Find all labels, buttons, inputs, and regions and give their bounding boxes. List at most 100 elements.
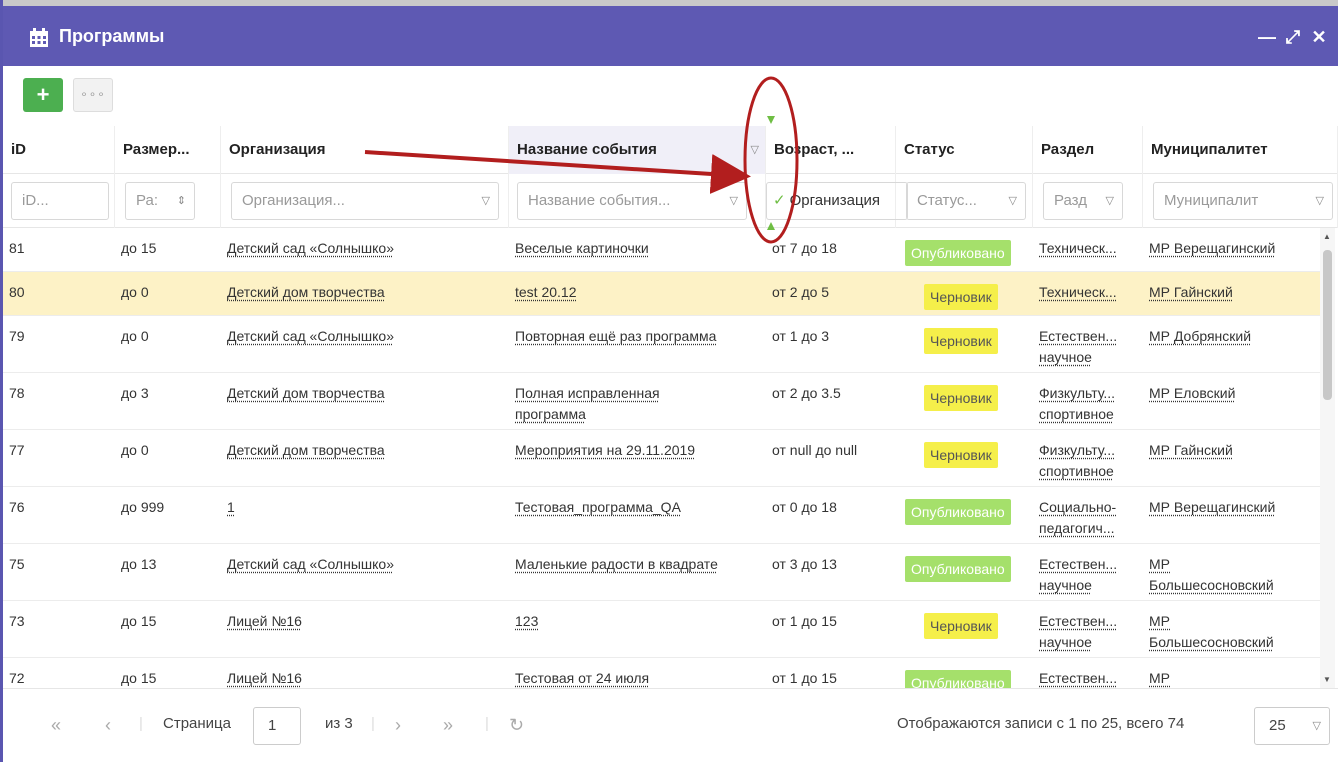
cell-organization-text[interactable]: Детский дом творчества (227, 385, 385, 401)
filter-input-org[interactable]: Организация... ▽ (231, 182, 499, 220)
cell-section-text[interactable]: научное (1039, 349, 1092, 365)
column-header-age[interactable]: Возраст, ... (766, 126, 896, 174)
cell-event[interactable]: Мероприятия на 29.11.2019 (515, 440, 762, 461)
first-page-icon[interactable]: « (51, 715, 61, 736)
cell-municipality[interactable]: МР Гайнский (1149, 282, 1323, 303)
cell-section[interactable]: Физкульту... спортивное (1039, 440, 1139, 482)
filter-input-section[interactable]: Разд ▽ (1043, 182, 1123, 220)
cell-event-text[interactable]: Повторная ещё раз программа (515, 328, 716, 344)
cell-municipality-text[interactable]: Большесосновский (1149, 577, 1274, 593)
cell-event[interactable]: test 20.12 (515, 282, 762, 303)
cell-municipality-text[interactable]: МР Еловский (1149, 385, 1235, 401)
cell-organization-text[interactable]: Детский дом творчества (227, 284, 385, 300)
cell-organization-text[interactable]: Детский сад «Солнышко» (227, 240, 394, 256)
cell-municipality-text[interactable]: МР Верещагинский (1149, 499, 1275, 515)
cell-municipality-text[interactable]: МР Гайнский (1149, 442, 1233, 458)
maximize-icon[interactable]: ⤢ (1284, 28, 1302, 46)
scroll-up-icon[interactable]: ▲ (1323, 232, 1331, 241)
cell-organization[interactable]: Детский сад «Солнышко» (227, 554, 505, 575)
cell-municipality[interactable]: МР Большесосновский (1149, 554, 1323, 596)
cell-municipality[interactable]: МР Верещагинский (1149, 238, 1323, 259)
cell-organization[interactable]: 1 (227, 497, 505, 518)
cell-municipality-text[interactable]: МР Верещагинский (1149, 240, 1275, 256)
scroll-thumb[interactable] (1323, 250, 1332, 400)
cell-section-text[interactable]: Естествен... (1039, 670, 1117, 686)
cell-municipality-text[interactable]: МР Добрянский (1149, 328, 1251, 344)
table-row[interactable]: 80 до 0 Детский дом творчества test 20.12 от… (3, 272, 1323, 316)
table-row[interactable]: 78 до 3 Детский дом творчества Полная испра… (3, 373, 1323, 430)
next-page-icon[interactable]: › (395, 715, 401, 736)
cell-section[interactable]: Техническ... (1039, 238, 1139, 259)
prev-page-icon[interactable]: ‹ (105, 715, 111, 736)
column-header-event[interactable]: Название события ▽ (509, 126, 766, 174)
cell-event-text[interactable]: Тестовая_программа_QA (515, 499, 681, 515)
cell-section-text[interactable]: Техническ... (1039, 240, 1117, 256)
cell-section[interactable]: Естествен... (1039, 668, 1139, 688)
cell-section[interactable]: Естествен... научное (1039, 326, 1139, 368)
table-row[interactable]: 76 до 999 1 Тестовая_программа_QA от 0 до 18… (3, 487, 1323, 544)
cell-municipality[interactable]: МР Добрянский (1149, 326, 1323, 347)
cell-municipality-text[interactable]: МР (1149, 556, 1170, 572)
chevron-down-icon[interactable]: ▽ (1316, 183, 1324, 219)
vertical-scrollbar[interactable]: ▲ ▼ (1320, 228, 1335, 688)
cell-organization-text[interactable]: Детский сад «Солнышко» (227, 328, 394, 344)
cell-municipality[interactable]: МР Гайнский (1149, 440, 1323, 461)
cell-municipality[interactable]: МР Верещагинский (1149, 497, 1323, 518)
cell-organization[interactable]: Детский сад «Солнышко» (227, 326, 505, 347)
cell-event-text[interactable]: 123 (515, 613, 538, 629)
filter-input-id[interactable]: iD... (11, 182, 109, 220)
cell-organization[interactable]: Лицей №16 (227, 668, 505, 688)
chevron-down-icon[interactable]: ▽ (730, 183, 738, 219)
cell-event-text[interactable]: программа (515, 406, 586, 422)
cell-section-text[interactable]: научное (1039, 577, 1092, 593)
chevron-down-icon[interactable]: ▽ (482, 183, 490, 219)
cell-event[interactable]: 123 (515, 611, 762, 632)
table-row[interactable]: 79 до 0 Детский сад «Солнышко» Повторная ещ… (3, 316, 1323, 373)
filter-input-status[interactable]: Статус... ▽ (906, 182, 1026, 220)
cell-municipality[interactable]: МР Большесосновский (1149, 611, 1323, 653)
table-row[interactable]: 75 до 13 Детский сад «Солнышко» Маленькие р… (3, 544, 1323, 601)
cell-organization-text[interactable]: Детский сад «Солнышко» (227, 556, 394, 572)
cell-section-text[interactable]: спортивное (1039, 463, 1114, 479)
table-row[interactable]: 77 до 0 Детский дом творчества Мероприятия … (3, 430, 1323, 487)
cell-section-text[interactable]: Социально- (1039, 499, 1116, 515)
cell-organization-text[interactable]: Лицей №16 (227, 613, 302, 629)
cell-section[interactable]: Естествен... научное (1039, 554, 1139, 596)
close-icon[interactable]: ✕ (1310, 28, 1328, 46)
cell-organization[interactable]: Лицей №16 (227, 611, 505, 632)
drag-proxy-organization[interactable]: ✓ Организация (766, 182, 908, 220)
cell-organization-text[interactable]: 1 (227, 499, 235, 515)
cell-event-text[interactable]: test 20.12 (515, 284, 577, 300)
column-header-size[interactable]: Размер... (115, 126, 221, 174)
scroll-down-icon[interactable]: ▼ (1323, 675, 1331, 684)
filter-input-event[interactable]: Название события... ▽ (517, 182, 747, 220)
cell-organization[interactable]: Детский сад «Солнышко» (227, 238, 505, 259)
filter-input-size[interactable]: Ра: ⇕ (125, 182, 195, 220)
cell-section-text[interactable]: спортивное (1039, 406, 1114, 422)
cell-section[interactable]: Естествен... научное (1039, 611, 1139, 653)
cell-municipality-text[interactable]: Большесосновский (1149, 634, 1274, 650)
cell-organization[interactable]: Детский дом творчества (227, 282, 505, 303)
filter-input-muni[interactable]: Муниципалит ▽ (1153, 182, 1333, 220)
chevron-down-icon[interactable]: ▽ (1106, 183, 1114, 219)
cell-municipality-text[interactable]: МР Гайнский (1149, 284, 1233, 300)
column-header-status[interactable]: Статус (896, 126, 1033, 174)
refresh-icon[interactable]: ↻ (509, 715, 524, 736)
page-input[interactable]: 1 (253, 707, 301, 745)
column-header-section[interactable]: Раздел (1033, 126, 1143, 174)
cell-organization[interactable]: Детский дом творчества (227, 440, 505, 461)
cell-organization[interactable]: Детский дом творчества (227, 383, 505, 404)
cell-section[interactable]: Социально-педагогич... (1039, 497, 1139, 539)
cell-event[interactable]: Маленькие радости в квадрате (515, 554, 762, 575)
cell-event[interactable]: Повторная ещё раз программа (515, 326, 762, 347)
cell-section-text[interactable]: Техническ... (1039, 284, 1117, 300)
cell-event-text[interactable]: Полная исправленная (515, 385, 660, 401)
cell-event-text[interactable]: Веселые картиночки (515, 240, 649, 256)
column-header-id[interactable]: iD (3, 126, 115, 174)
cell-organization-text[interactable]: Детский дом творчества (227, 442, 385, 458)
page-size-select[interactable]: 25 ▽ (1254, 707, 1330, 745)
table-row[interactable]: 72 до 15 Лицей №16 Тестовая от 24 июля от 1 … (3, 658, 1323, 688)
cell-event[interactable]: Полная исправленная программа (515, 383, 762, 425)
cell-municipality[interactable]: МР Еловский (1149, 383, 1323, 404)
minimize-icon[interactable]: — (1258, 28, 1276, 46)
